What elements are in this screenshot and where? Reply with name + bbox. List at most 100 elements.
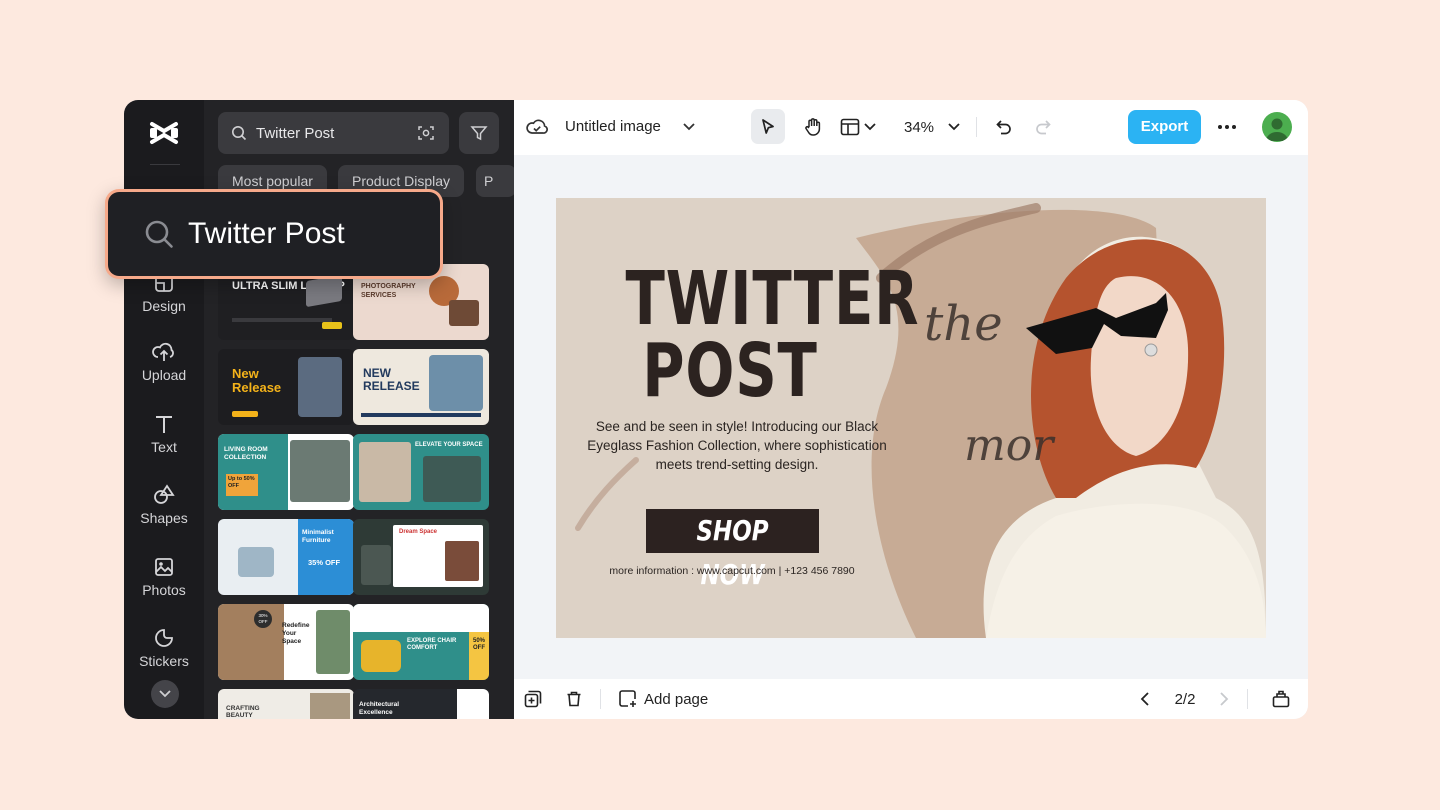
next-page-button[interactable] [1214, 689, 1234, 709]
add-page-button[interactable]: Add page [618, 688, 708, 710]
rail-item-photos[interactable]: Photos [124, 556, 204, 598]
redo-button[interactable] [1031, 115, 1055, 139]
template-title: LIVING ROOM COLLECTION [224, 446, 268, 461]
duplicate-page-button[interactable] [522, 688, 544, 710]
rail-item-stickers[interactable]: Stickers [124, 627, 204, 669]
template-badge: 30% OFF [254, 610, 272, 628]
user-icon [1266, 118, 1288, 141]
pages-panel-icon [1272, 690, 1290, 708]
undo-icon [996, 120, 1011, 135]
chevron-right-icon [1220, 692, 1229, 706]
chevron-down-icon [948, 123, 960, 131]
template-card[interactable]: Minimalist Furniture 35% OFF [218, 519, 354, 595]
editor-area: Untitled image 34% Export the mor TWITTE… [514, 100, 1308, 719]
script-word: the [924, 296, 1003, 352]
search-callout-text: Twitter Post [188, 217, 345, 250]
rail-item-shapes[interactable]: Shapes [124, 484, 204, 526]
poster-cta-label: SHOP NOW [696, 514, 769, 591]
template-card[interactable]: LIVING ROOM COLLECTION Up to 50% OFF [218, 434, 354, 510]
export-button[interactable]: Export [1128, 110, 1201, 144]
poster-cta[interactable]: SHOP NOW [646, 509, 819, 591]
zoom-level[interactable]: 34% [896, 115, 942, 139]
add-page-icon [619, 690, 636, 707]
template-card[interactable]: EXPLORE CHAIR COMFORT 50% OFF [353, 604, 489, 680]
chevron-down-icon [683, 123, 695, 131]
poster-contact[interactable]: more information : www.capcut.com | +123… [576, 565, 888, 577]
text-icon [156, 416, 172, 433]
title-menu-button[interactable] [680, 117, 698, 137]
undo-button[interactable] [992, 115, 1016, 139]
template-card[interactable]: CRAFTING BEAUTY [218, 689, 354, 719]
bottom-divider [600, 689, 601, 709]
filter-icon [470, 126, 488, 141]
template-title: New Release [232, 366, 282, 395]
template-card[interactable]: New Release [218, 349, 354, 425]
template-card[interactable]: Redefine Your Space 30% OFF [218, 604, 354, 680]
template-title: ELEVATE YOUR SPACE [415, 442, 483, 448]
filter-button[interactable] [459, 112, 499, 154]
search-input[interactable]: Twitter Post [218, 112, 449, 154]
bottom-divider [1247, 689, 1248, 709]
trash-icon [567, 691, 581, 707]
rail-label: Shapes [140, 510, 188, 526]
template-title: CRAFTING BEAUTY [226, 705, 260, 719]
photos-icon [155, 558, 173, 576]
poster-headline-line2[interactable]: POST [625, 334, 834, 408]
template-badge: 50% OFF [469, 632, 489, 680]
script-word: mor [964, 420, 1054, 471]
template-card[interactable]: NEW RELEASE [353, 349, 489, 425]
template-badge: 35% OFF [308, 558, 341, 567]
zoom-menu-button[interactable] [944, 117, 964, 137]
document-title[interactable]: Untitled image [565, 118, 661, 135]
template-title: PHOTOGRAPHY SERVICES [361, 283, 416, 299]
rail-item-upload[interactable]: Upload [124, 341, 204, 383]
image-search-icon[interactable] [417, 124, 435, 142]
add-page-label: Add page [644, 690, 709, 708]
poster-body-text[interactable]: See and be seen in style! Introducing ou… [576, 417, 898, 474]
layout-icon [840, 118, 860, 135]
duplicate-icon [524, 690, 542, 708]
chevron-down-icon [159, 690, 171, 698]
template-title: Dream Space [399, 529, 438, 535]
rail-label: Design [142, 298, 186, 314]
poster-headline-line1[interactable]: TWITTER [625, 262, 918, 336]
pointer-icon [762, 118, 774, 134]
search-icon [145, 220, 173, 248]
template-card[interactable]: ELEVATE YOUR SPACE [353, 434, 489, 510]
layout-button[interactable] [837, 109, 879, 144]
chip-overflow[interactable]: P [476, 165, 514, 197]
template-title: Minimalist Furniture [302, 529, 334, 544]
page-indicator: 2/2 [1174, 690, 1196, 708]
chevron-down-icon [864, 122, 876, 130]
prev-page-button[interactable] [1135, 689, 1155, 709]
template-title: NEW RELEASE [363, 366, 420, 393]
page-manager-button[interactable] [1270, 688, 1292, 710]
hand-icon [805, 117, 821, 136]
cloud-check-icon [526, 119, 548, 134]
cloud-save-button[interactable] [526, 116, 548, 138]
chevron-left-icon [1140, 692, 1149, 706]
rail-divider [150, 164, 180, 165]
user-avatar[interactable] [1262, 112, 1292, 142]
template-title: Redefine Your Space [282, 622, 310, 645]
capcut-logo[interactable] [148, 118, 180, 148]
rail-label: Text [151, 439, 177, 455]
search-callout: Twitter Post [105, 189, 443, 279]
rail-item-text[interactable]: Text [124, 413, 204, 455]
design-canvas[interactable]: the mor TWITTER POST See and be seen in … [556, 198, 1266, 638]
search-callout-box: Twitter Post [108, 192, 440, 276]
upload-icon [152, 342, 174, 361]
more-tools-button[interactable] [151, 680, 179, 708]
template-card[interactable]: Architectural Excellence [353, 689, 489, 719]
template-title: Architectural Excellence [359, 701, 400, 716]
more-dots-icon [1218, 125, 1236, 129]
template-title: EXPLORE CHAIR COMFORT [407, 638, 457, 651]
template-card[interactable]: Dream Space [353, 519, 489, 595]
toolbar-divider [976, 117, 977, 137]
hand-tool-button[interactable] [796, 109, 830, 144]
rail-label: Upload [141, 367, 187, 383]
search-value: Twitter Post [256, 124, 335, 142]
more-options-button[interactable] [1214, 115, 1240, 139]
select-tool-button[interactable] [751, 109, 785, 144]
delete-page-button[interactable] [563, 688, 585, 710]
